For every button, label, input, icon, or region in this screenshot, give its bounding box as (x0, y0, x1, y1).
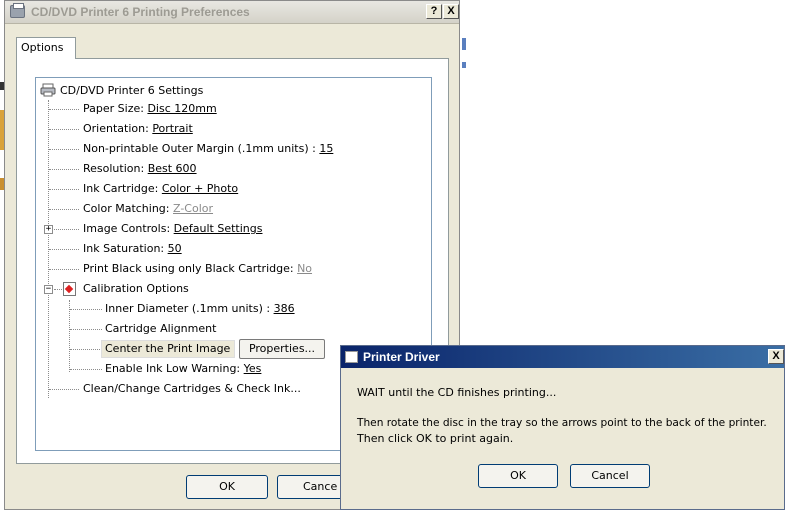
tree-item-label: Image Controls: (83, 222, 174, 235)
tree-item-value[interactable]: Disc 120mm (147, 102, 216, 115)
tree-line (69, 300, 70, 372)
tree-item-label: Inner Diameter (.1mm units) : (105, 302, 274, 315)
tree-line (49, 109, 79, 110)
tree-item-label: Paper Size: (83, 102, 148, 115)
tree-item-cartridge-alignment[interactable]: Cartridge Alignment (105, 320, 216, 338)
dialog-message-rotate: Then rotate the disc in the tray so the … (357, 417, 767, 429)
tree-item-inner-diameter[interactable]: Inner Diameter (.1mm units) : 386 (105, 300, 295, 318)
tree-item-outer-margin[interactable]: Non-printable Outer Margin (.1mm units) … (83, 140, 333, 158)
tree-line (49, 169, 79, 170)
tree-item-value[interactable]: Portrait (152, 122, 192, 135)
tree-item-label: Calibration Options (83, 282, 189, 295)
tree-root-label: CD/DVD Printer 6 Settings (60, 84, 204, 97)
tree-item-center-print-image[interactable]: Center the Print Image (105, 340, 230, 358)
tree-line (49, 389, 79, 390)
tree-item-value[interactable]: Color + Photo (162, 182, 238, 195)
printer-driver-dialog: Printer Driver X WAIT until the CD finis… (340, 345, 785, 510)
tree-item-value[interactable]: 50 (168, 242, 182, 255)
tree-line (49, 209, 79, 210)
help-button[interactable]: ? (426, 4, 442, 19)
tree-item-label: Cartridge Alignment (105, 322, 217, 335)
expand-icon[interactable]: + (44, 225, 53, 234)
tree-item-orientation[interactable]: Orientation: Portrait (83, 120, 193, 138)
desktop-edge (462, 38, 466, 50)
dialog-titlebar[interactable]: Printer Driver X (341, 346, 784, 368)
tree-item-label: Orientation: (83, 122, 153, 135)
tree-line (70, 329, 102, 330)
printer-icon (40, 83, 56, 97)
tree-item-label: Non-printable Outer Margin (.1mm units) … (83, 142, 320, 155)
properties-button[interactable]: Properties... (239, 339, 325, 359)
tree-item-paper-size[interactable]: Paper Size: Disc 120mm (83, 100, 217, 118)
tree-item-label: Center the Print Image (105, 342, 231, 355)
tree-line (70, 369, 102, 370)
tree-item-value: No (297, 262, 313, 275)
tree-item-clean-cartridges[interactable]: Clean/Change Cartridges & Check Ink... (83, 380, 301, 398)
tree-item-calibration[interactable]: Calibration Options (83, 280, 189, 298)
tree-line (70, 309, 102, 310)
ok-button[interactable]: OK (186, 475, 268, 499)
tree-item-value[interactable]: 386 (274, 302, 295, 315)
dialog-message-wait: WAIT until the CD finishes printing... (357, 386, 557, 399)
prefs-title: CD/DVD Printer 6 Printing Preferences (31, 5, 250, 19)
tree-item-ink-low-warning[interactable]: Enable Ink Low Warning: Yes (105, 360, 261, 378)
tree-item-label: Ink Saturation: (83, 242, 168, 255)
tree-item-value: Z-Color (173, 202, 214, 215)
tree-item-label: Color Matching: (83, 202, 173, 215)
tree-item-resolution[interactable]: Resolution: Best 600 (83, 160, 197, 178)
tree-item-label: Ink Cartridge: (83, 182, 162, 195)
tree-item-value[interactable]: Yes (244, 362, 262, 375)
tree-item-label: Print Black using only Black Cartridge: (83, 262, 298, 275)
tree-line (54, 229, 79, 230)
window-icon (345, 351, 358, 363)
tree-item-value[interactable]: Best 600 (148, 162, 197, 175)
close-button[interactable]: X (768, 349, 784, 364)
tree-item-label: Resolution: (83, 162, 148, 175)
tree-item-ink-saturation[interactable]: Ink Saturation: 50 (83, 240, 182, 258)
dialog-title: Printer Driver (363, 350, 440, 364)
tree-line (70, 349, 102, 350)
tree-item-label: Clean/Change Cartridges & Check Ink... (83, 382, 301, 395)
printer-icon (10, 3, 25, 18)
tree-item-value[interactable]: 15 (319, 142, 333, 155)
tree-line (54, 289, 62, 290)
tree-item-label: Enable Ink Low Warning: (105, 362, 244, 375)
tree-item-color-matching[interactable]: Color Matching: Z-Color (83, 200, 213, 218)
desktop-edge (462, 62, 466, 68)
cancel-button[interactable]: Cancel (570, 464, 650, 488)
tree-item-ink-cartridge[interactable]: Ink Cartridge: Color + Photo (83, 180, 238, 198)
ok-button[interactable]: OK (478, 464, 558, 488)
tree-line (49, 189, 79, 190)
tab-options[interactable]: Options (16, 37, 76, 59)
tree-item-value[interactable]: Default Settings (174, 222, 263, 235)
prefs-titlebar[interactable]: CD/DVD Printer 6 Printing Preferences ? … (5, 1, 459, 24)
tree-line (49, 269, 79, 270)
tree-line (49, 249, 79, 250)
calibration-icon (63, 282, 76, 296)
tree-line (49, 129, 79, 130)
tree-item-print-black[interactable]: Print Black using only Black Cartridge: … (83, 260, 312, 278)
tree-item-image-controls[interactable]: Image Controls: Default Settings (83, 220, 262, 238)
tree-line (49, 149, 79, 150)
collapse-icon[interactable]: − (44, 285, 53, 294)
close-button[interactable]: X (443, 4, 459, 19)
dialog-message-click-ok: Then click OK to print again. (357, 432, 514, 445)
tree-root[interactable]: CD/DVD Printer 6 Settings (60, 82, 203, 100)
